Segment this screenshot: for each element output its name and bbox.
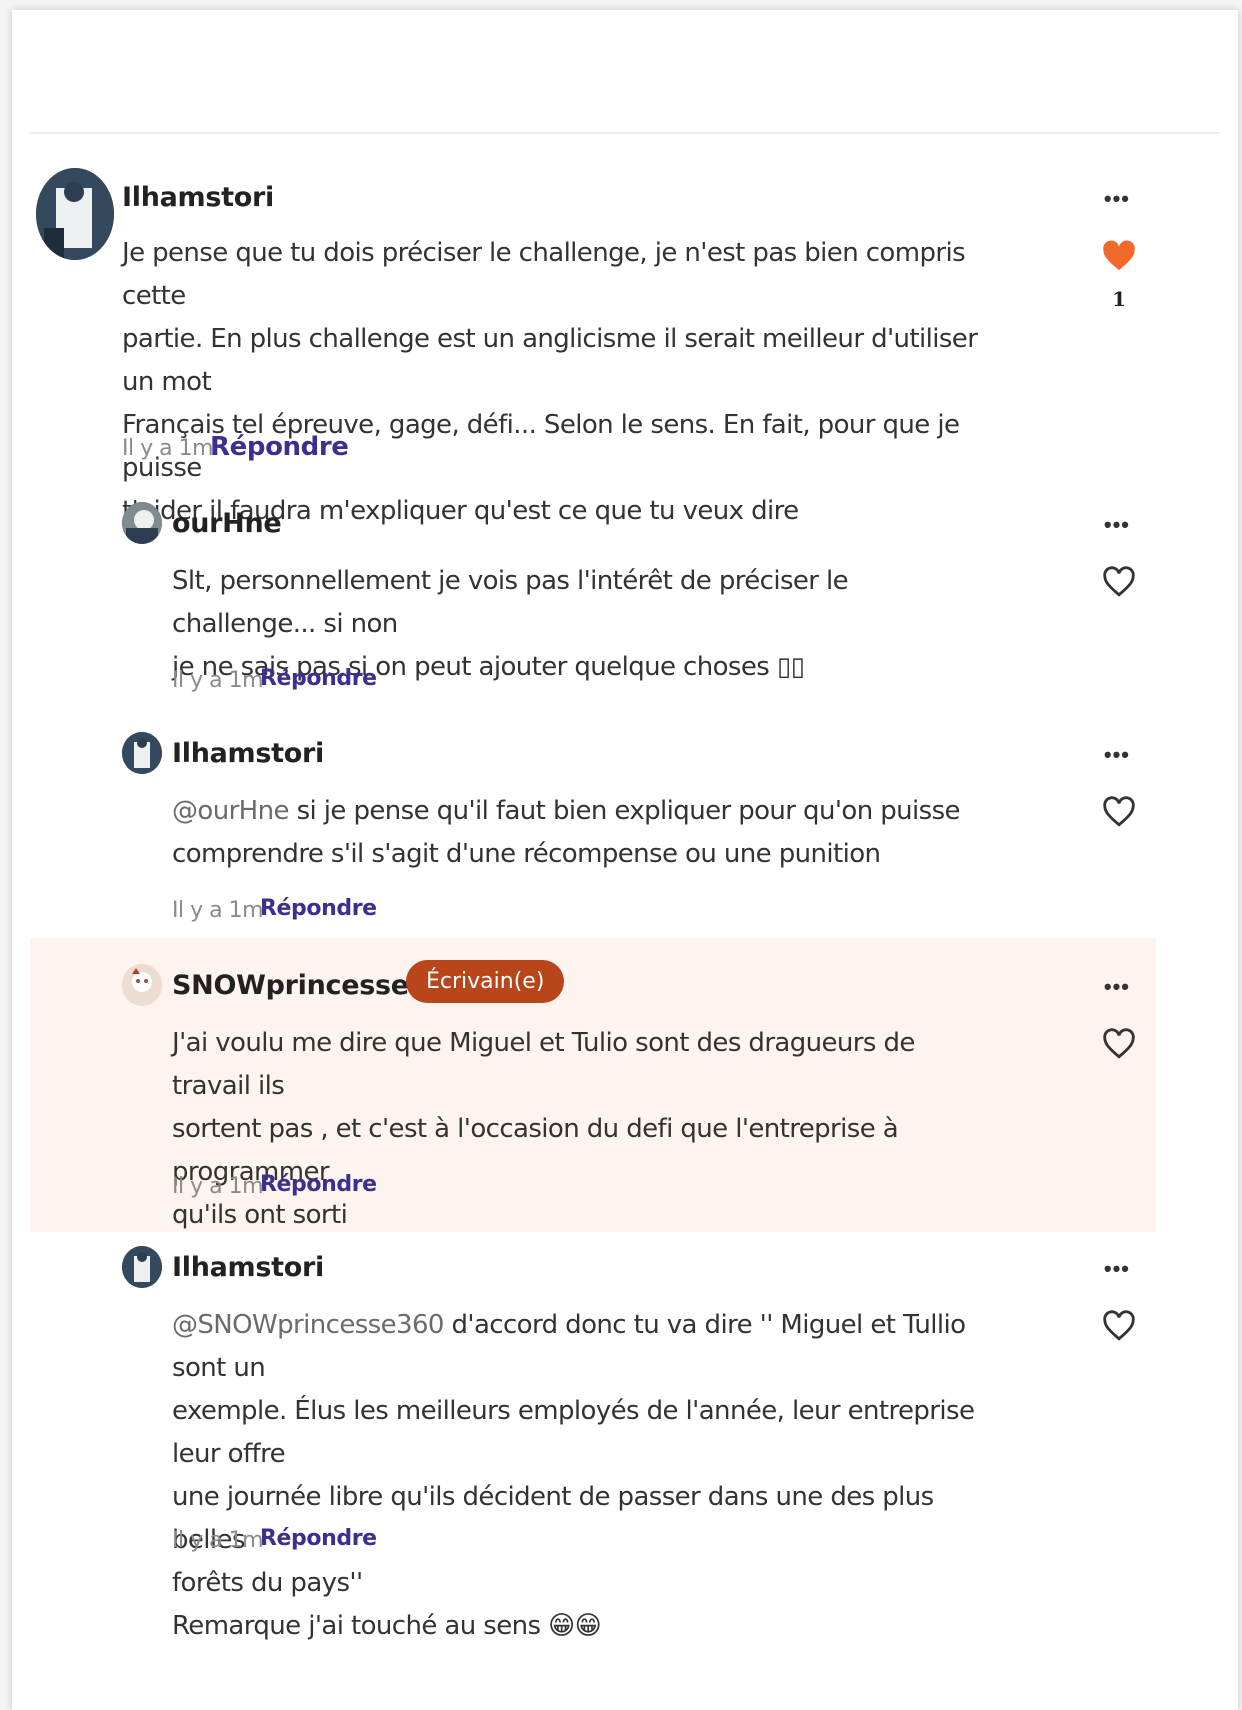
user-mention[interactable]: @SNOWprincesse360 <box>172 1310 444 1340</box>
comment-text: J'ai voulu me dire que Miguel et Tulio s… <box>172 1028 915 1230</box>
comment-timestamp: Il y a 1m <box>172 668 264 693</box>
like-count: 1 <box>1112 287 1126 311</box>
comment-timestamp: Il y a 1m <box>122 436 214 461</box>
avatar[interactable] <box>36 168 114 260</box>
heart-icon[interactable] <box>1102 796 1136 828</box>
comment-text-body: si je pense qu'il faut bien expliquer po… <box>172 796 961 869</box>
comment-timestamp: Il y a 1m <box>172 1174 264 1199</box>
heart-icon[interactable] <box>1102 1028 1136 1060</box>
comment-text: @ourHne si je pense qu'il faut bien expl… <box>172 790 992 876</box>
comment-username[interactable]: Ilhamstori <box>172 1252 324 1283</box>
heart-icon[interactable] <box>1102 1310 1136 1342</box>
comment-timestamp: Il y a 1m <box>172 898 264 923</box>
reply-button[interactable]: Répondre <box>260 1526 377 1551</box>
reply-button[interactable]: Répondre <box>260 1172 377 1197</box>
more-options-icon[interactable]: ••• <box>1104 1256 1130 1282</box>
comment-item-highlighted: SNOWprincesse360 Écrivain(e) ••• J'ai vo… <box>30 938 1156 1232</box>
more-options-icon[interactable]: ••• <box>1104 742 1130 768</box>
heart-icon[interactable] <box>1102 240 1136 272</box>
reply-button[interactable]: Répondre <box>260 896 377 921</box>
more-options-icon[interactable]: ••• <box>1104 186 1130 212</box>
reply-button[interactable]: Répondre <box>260 666 377 691</box>
comment-item: ourHne ••• Slt, personnellement je vois … <box>12 488 1238 708</box>
comment-item: Ilhamstori ••• @ourHne si je pense qu'il… <box>12 718 1238 936</box>
comment-username[interactable]: ourHne <box>172 508 282 539</box>
comment-username[interactable]: Ilhamstori <box>172 738 324 769</box>
comment-timestamp: Il y a 1m <box>172 1528 264 1553</box>
avatar[interactable] <box>122 732 162 774</box>
avatar[interactable] <box>122 964 162 1006</box>
writer-badge: Écrivain(e) <box>406 960 565 1003</box>
comment-text: @SNOWprincesse360 d'accord donc tu va di… <box>172 1304 1002 1648</box>
avatar[interactable] <box>122 1246 162 1288</box>
more-options-icon[interactable]: ••• <box>1104 512 1130 538</box>
heart-icon[interactable] <box>1102 566 1136 598</box>
comment-item: Ilhamstori ••• @SNOWprincesse360 d'accor… <box>12 1232 1238 1702</box>
comment-text-body: d'accord donc tu va dire '' Miguel et Tu… <box>172 1310 975 1641</box>
more-options-icon[interactable]: ••• <box>1104 974 1130 1000</box>
user-mention[interactable]: @ourHne <box>172 796 290 826</box>
comment-item: Ilhamstori ••• Je pense que tu dois préc… <box>12 160 1238 526</box>
reply-button[interactable]: Répondre <box>210 432 349 462</box>
divider <box>30 132 1220 134</box>
avatar[interactable] <box>122 502 162 544</box>
comments-panel: Ilhamstori ••• Je pense que tu dois préc… <box>12 10 1238 1710</box>
comment-username[interactable]: Ilhamstori <box>122 182 274 213</box>
